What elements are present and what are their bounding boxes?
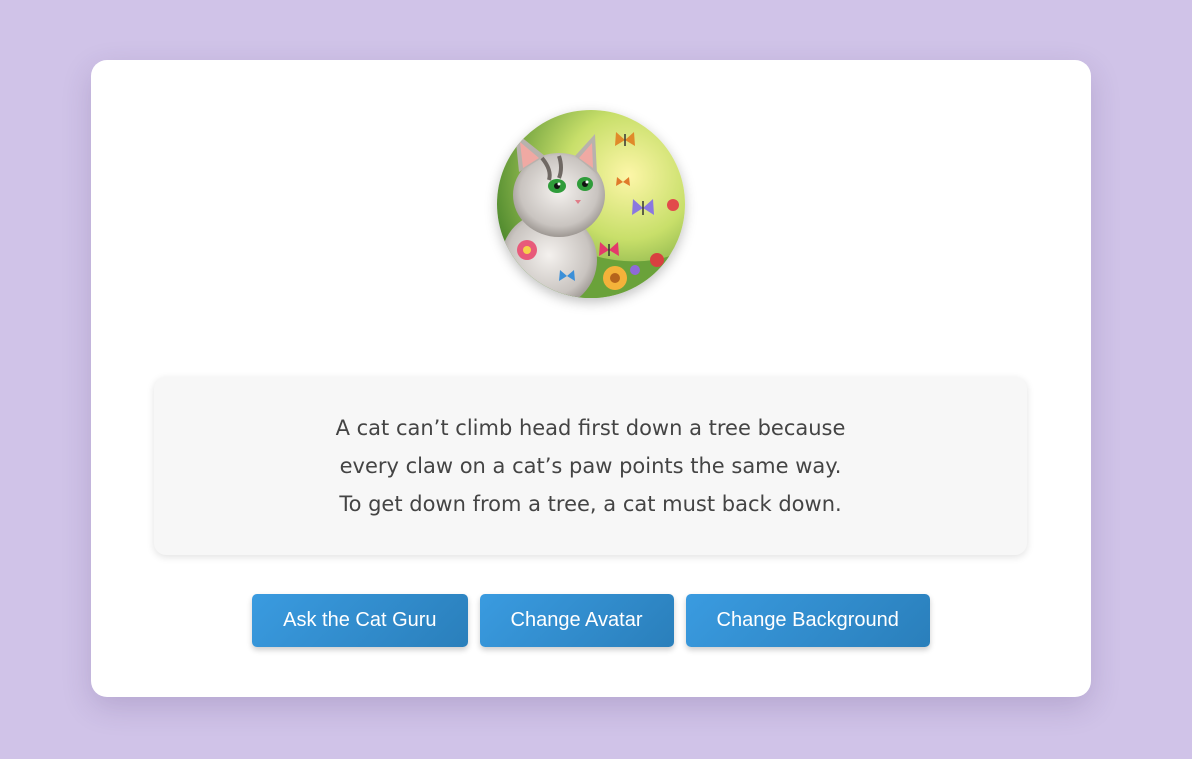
cat-fact-box: A cat can’t climb head first down a tree… [154, 377, 1027, 555]
cat-avatar-image [497, 110, 685, 298]
cat-fact-text: A cat can’t climb head first down a tree… [335, 416, 846, 516]
cat-avatar [497, 110, 685, 298]
action-buttons: Ask the Cat Guru Change Avatar Change Ba… [91, 594, 1091, 647]
ask-cat-guru-button[interactable]: Ask the Cat Guru [252, 594, 468, 647]
main-card: A cat can’t climb head first down a tree… [91, 60, 1091, 697]
change-background-button[interactable]: Change Background [685, 594, 930, 647]
change-avatar-button[interactable]: Change Avatar [479, 594, 674, 647]
